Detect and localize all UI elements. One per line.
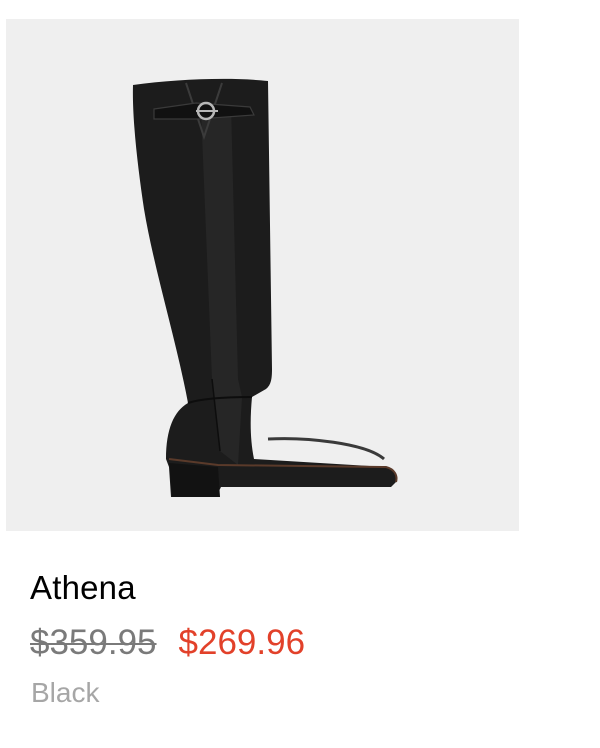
price-row: $359.95 $269.96 <box>30 622 305 664</box>
original-price: $359.95 <box>30 623 157 662</box>
product-card[interactable]: Athena $359.95 $269.96 Black <box>0 0 600 748</box>
sale-price: $269.96 <box>178 623 306 662</box>
product-image[interactable] <box>6 19 519 531</box>
color-label: Black <box>31 677 100 708</box>
boot-image <box>132 78 398 498</box>
product-name[interactable]: Athena <box>30 568 136 608</box>
